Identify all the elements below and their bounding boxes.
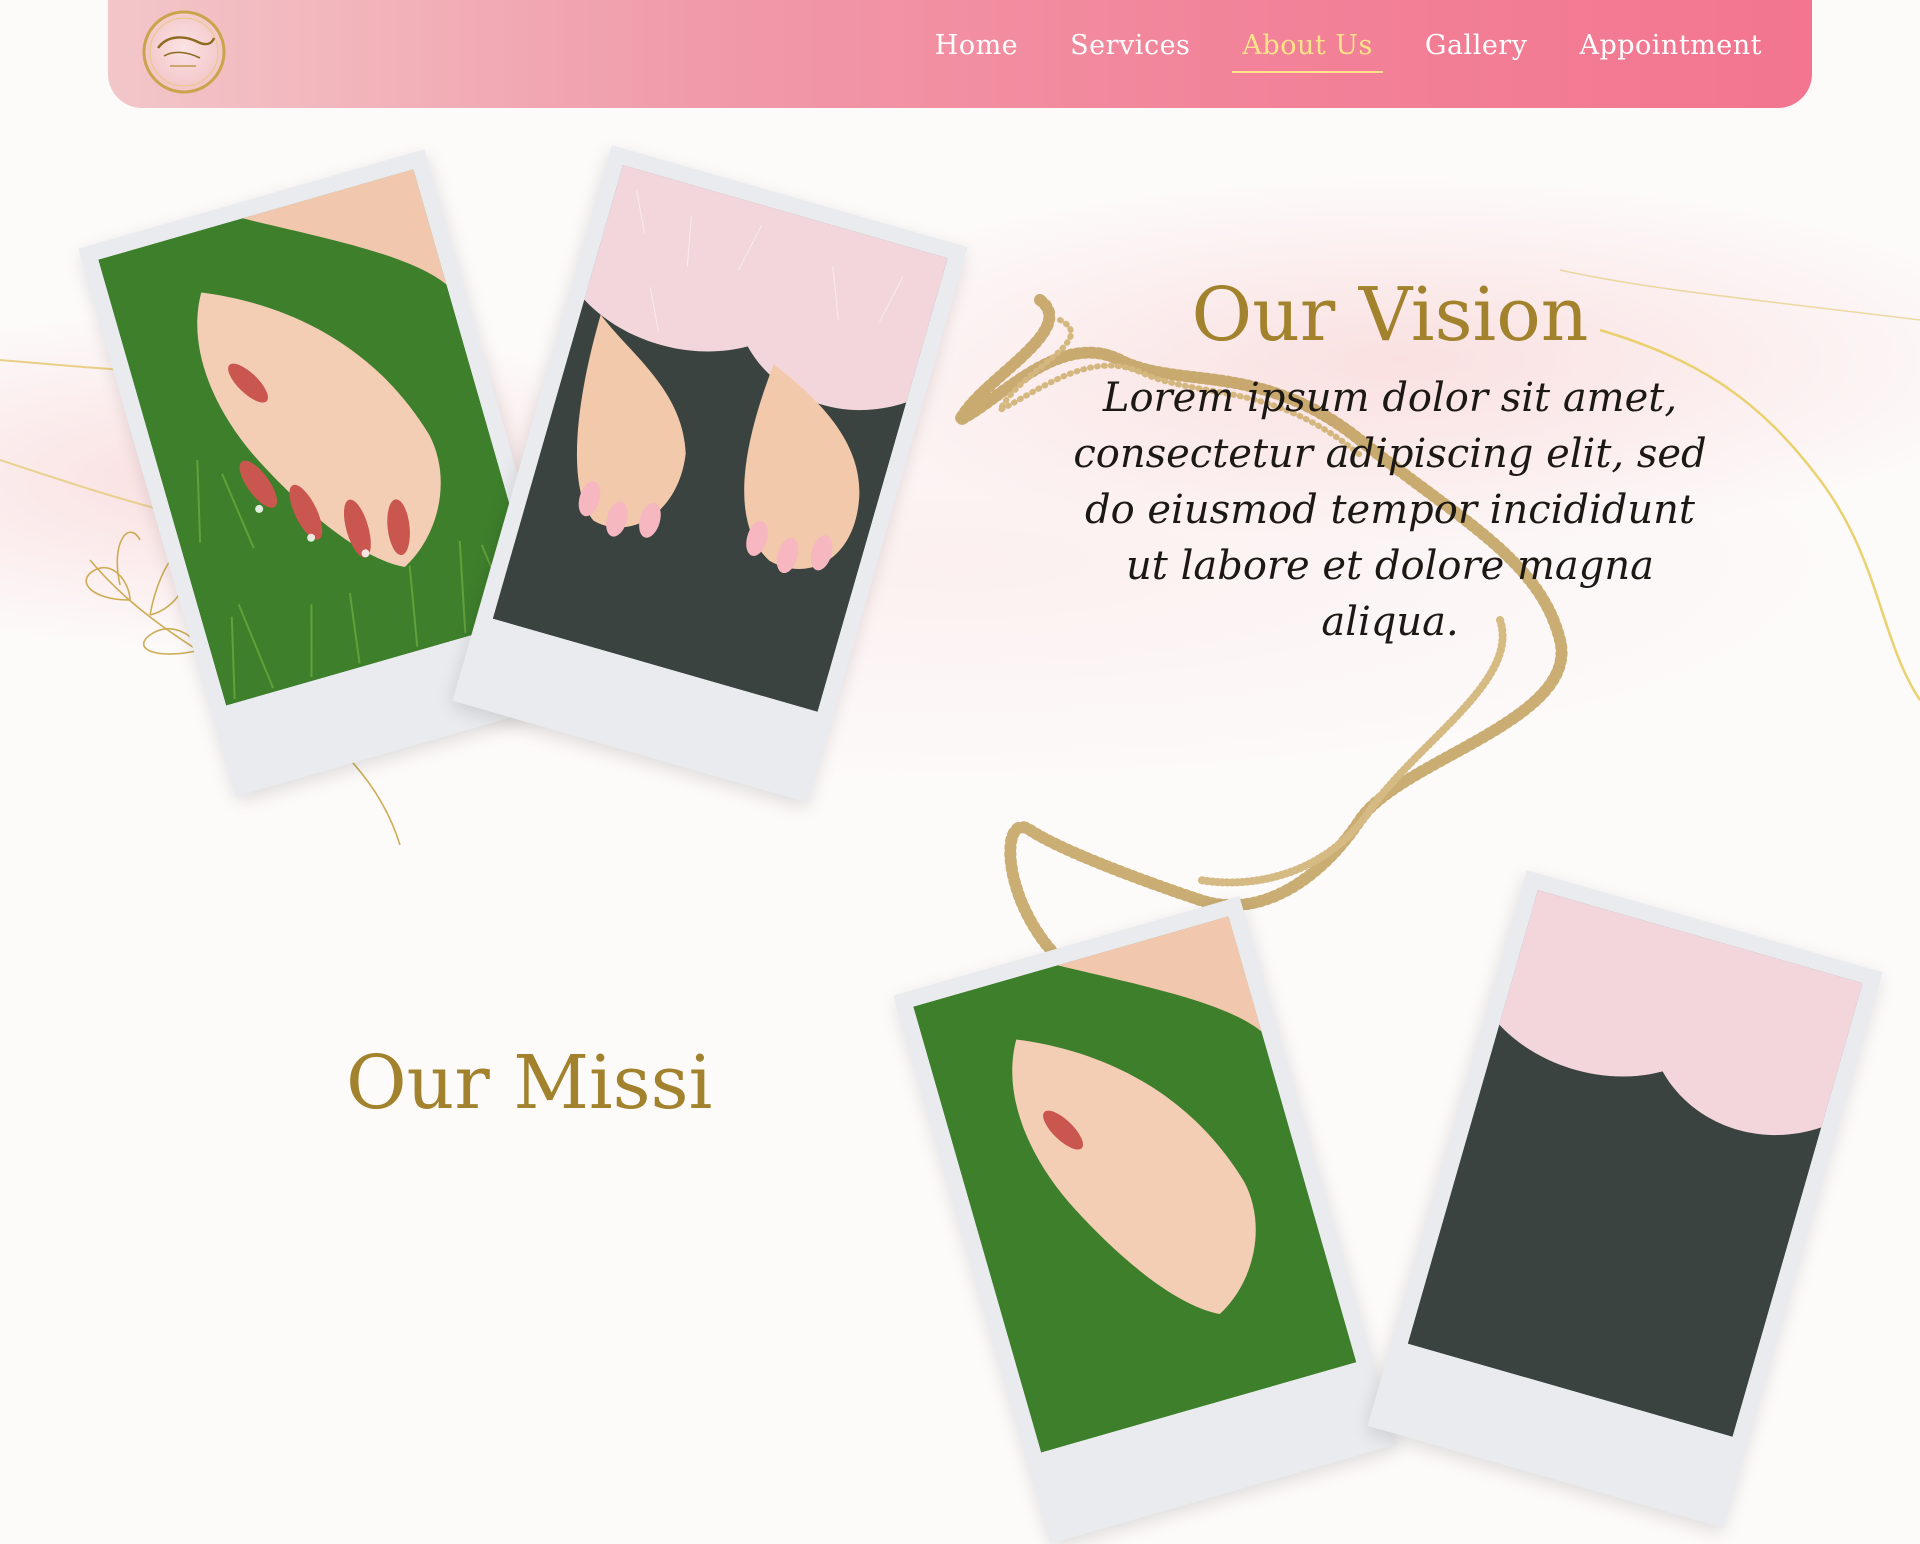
claudy-nails-logo[interactable] xyxy=(140,8,228,96)
site-header: Home Services About Us Gallery Appointme… xyxy=(108,0,1812,108)
nav-appointment[interactable]: Appointment xyxy=(1569,28,1772,75)
nav-services[interactable]: Services xyxy=(1060,28,1200,75)
vision-text: Lorem ipsum dolor sit amet, consectetur … xyxy=(1073,375,1707,645)
nav-home[interactable]: Home xyxy=(925,28,1028,75)
nav-about-us[interactable]: About Us xyxy=(1232,28,1384,75)
nav-gallery[interactable]: Gallery xyxy=(1415,28,1538,75)
mission-title: Our Missi xyxy=(346,1040,713,1126)
vision-title: Our Vision xyxy=(1191,272,1589,358)
main-nav: Home Services About Us Gallery Appointme… xyxy=(893,28,1772,84)
